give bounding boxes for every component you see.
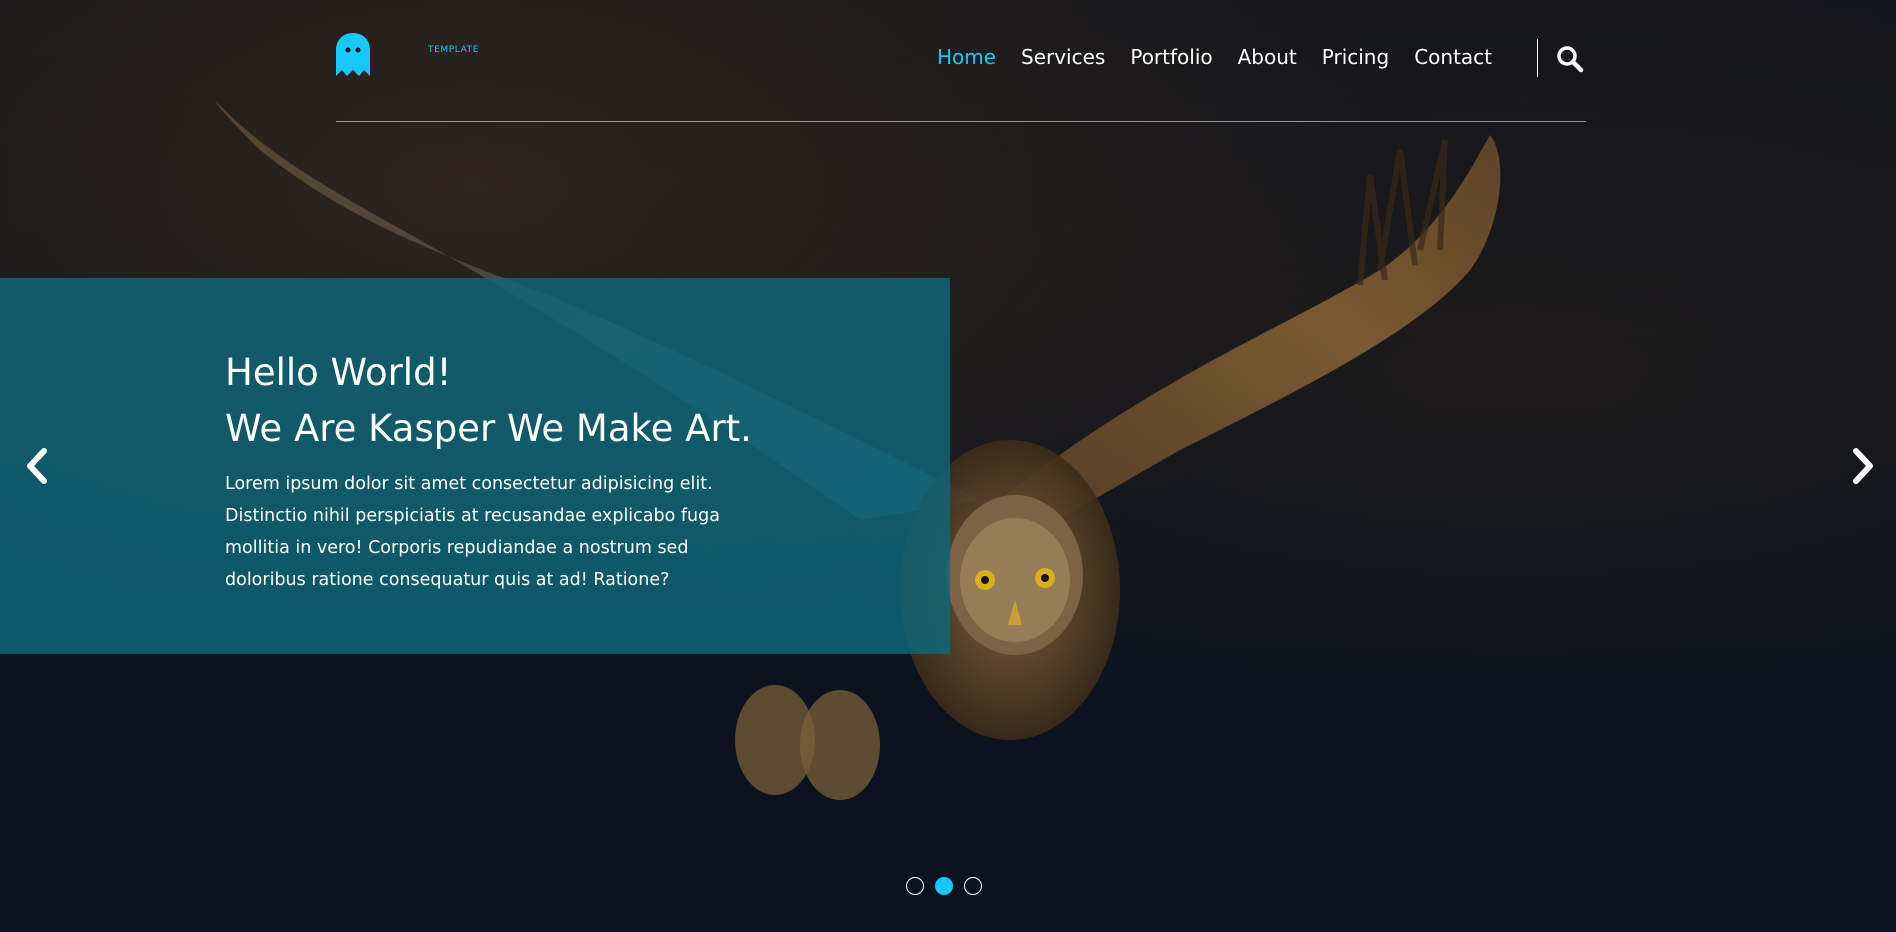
hero-section: TEMPLATE Home Services Portfolio About P…: [0, 0, 1896, 932]
chevron-left-icon[interactable]: [22, 446, 50, 486]
nav-item-pricing[interactable]: Pricing: [1322, 45, 1389, 69]
slider-bullet[interactable]: [964, 877, 982, 895]
main-nav: Home Services Portfolio About Pricing Co…: [937, 45, 1492, 69]
hero-paragraph: Lorem ipsum dolor sit amet consectetur a…: [225, 468, 725, 596]
search-icon[interactable]: [1556, 45, 1584, 73]
hero-paragraph-line: Distinctio nihil perspiciatis at recusan…: [225, 506, 720, 526]
hero-paragraph-line: mollitia in vero! Corporis repudiandae a…: [225, 538, 689, 558]
chevron-right-icon[interactable]: [1850, 446, 1878, 486]
hero-heading-line2: We Are Kasper We Make Art.: [225, 407, 752, 450]
hero-paragraph-line: doloribus ratione consequatur quis at ad…: [225, 570, 670, 590]
hero-heading-line1: Hello World!: [225, 351, 452, 394]
nav-item-contact[interactable]: Contact: [1414, 45, 1492, 69]
slide-content-box: [0, 278, 950, 654]
slider-bullet-active[interactable]: [935, 877, 953, 895]
hero-paragraph-line: Lorem ipsum dolor sit amet consectetur a…: [225, 474, 713, 494]
site-header: TEMPLATE Home Services Portfolio About P…: [336, 0, 1586, 122]
search-divider: [1537, 39, 1538, 77]
slider-bullets: [906, 877, 982, 895]
ghost-icon[interactable]: [336, 33, 370, 76]
nav-item-services[interactable]: Services: [1021, 45, 1105, 69]
nav-item-about[interactable]: About: [1238, 45, 1297, 69]
logo-tagline: TEMPLATE: [428, 45, 480, 55]
nav-item-home[interactable]: Home: [937, 45, 996, 69]
slider-bullet[interactable]: [906, 877, 924, 895]
hero-heading: Hello World! We Are Kasper We Make Art.: [225, 345, 752, 457]
nav-item-portfolio[interactable]: Portfolio: [1130, 45, 1212, 69]
